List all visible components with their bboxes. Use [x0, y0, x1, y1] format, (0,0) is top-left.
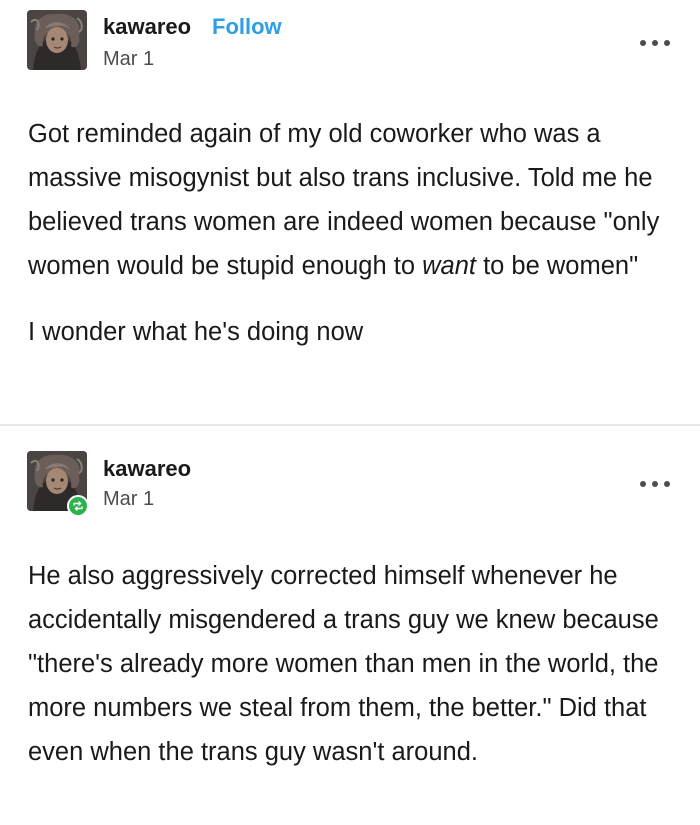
post-body: Got reminded again of my old coworker wh… [28, 112, 660, 354]
more-options-icon[interactable] [640, 37, 670, 49]
post-username[interactable]: kawareo [103, 14, 191, 40]
dot [664, 481, 670, 487]
dot [640, 481, 646, 487]
dot [640, 40, 646, 46]
post-date[interactable]: Mar 1 [103, 47, 154, 71]
emphasized-text: want [422, 252, 476, 280]
post-paragraph: I wonder what he's doing now [28, 318, 364, 346]
more-options-icon[interactable] [640, 478, 670, 490]
dot [652, 40, 658, 46]
post-username[interactable]: kawareo [103, 456, 191, 482]
post-paragraph: He also aggressively corrected himself w… [28, 562, 659, 766]
post-body: He also aggressively corrected himself w… [28, 554, 660, 774]
follow-button[interactable]: Follow [212, 14, 282, 40]
dot [652, 481, 658, 487]
reblog-arrows-icon [73, 501, 83, 511]
avatar-illustration [27, 10, 87, 70]
post-original: kawareo Follow Mar 1 Got reminded again … [0, 0, 700, 426]
post-date[interactable]: Mar 1 [103, 487, 154, 511]
reblog-icon [67, 495, 89, 517]
user-avatar[interactable] [27, 10, 87, 70]
dot [664, 40, 670, 46]
post-reblog: kawareo Mar 1 He also aggressively corre… [0, 426, 700, 825]
post-paragraph: Got reminded again of my old coworker wh… [28, 112, 660, 288]
text-segment: to be women" [475, 252, 639, 280]
